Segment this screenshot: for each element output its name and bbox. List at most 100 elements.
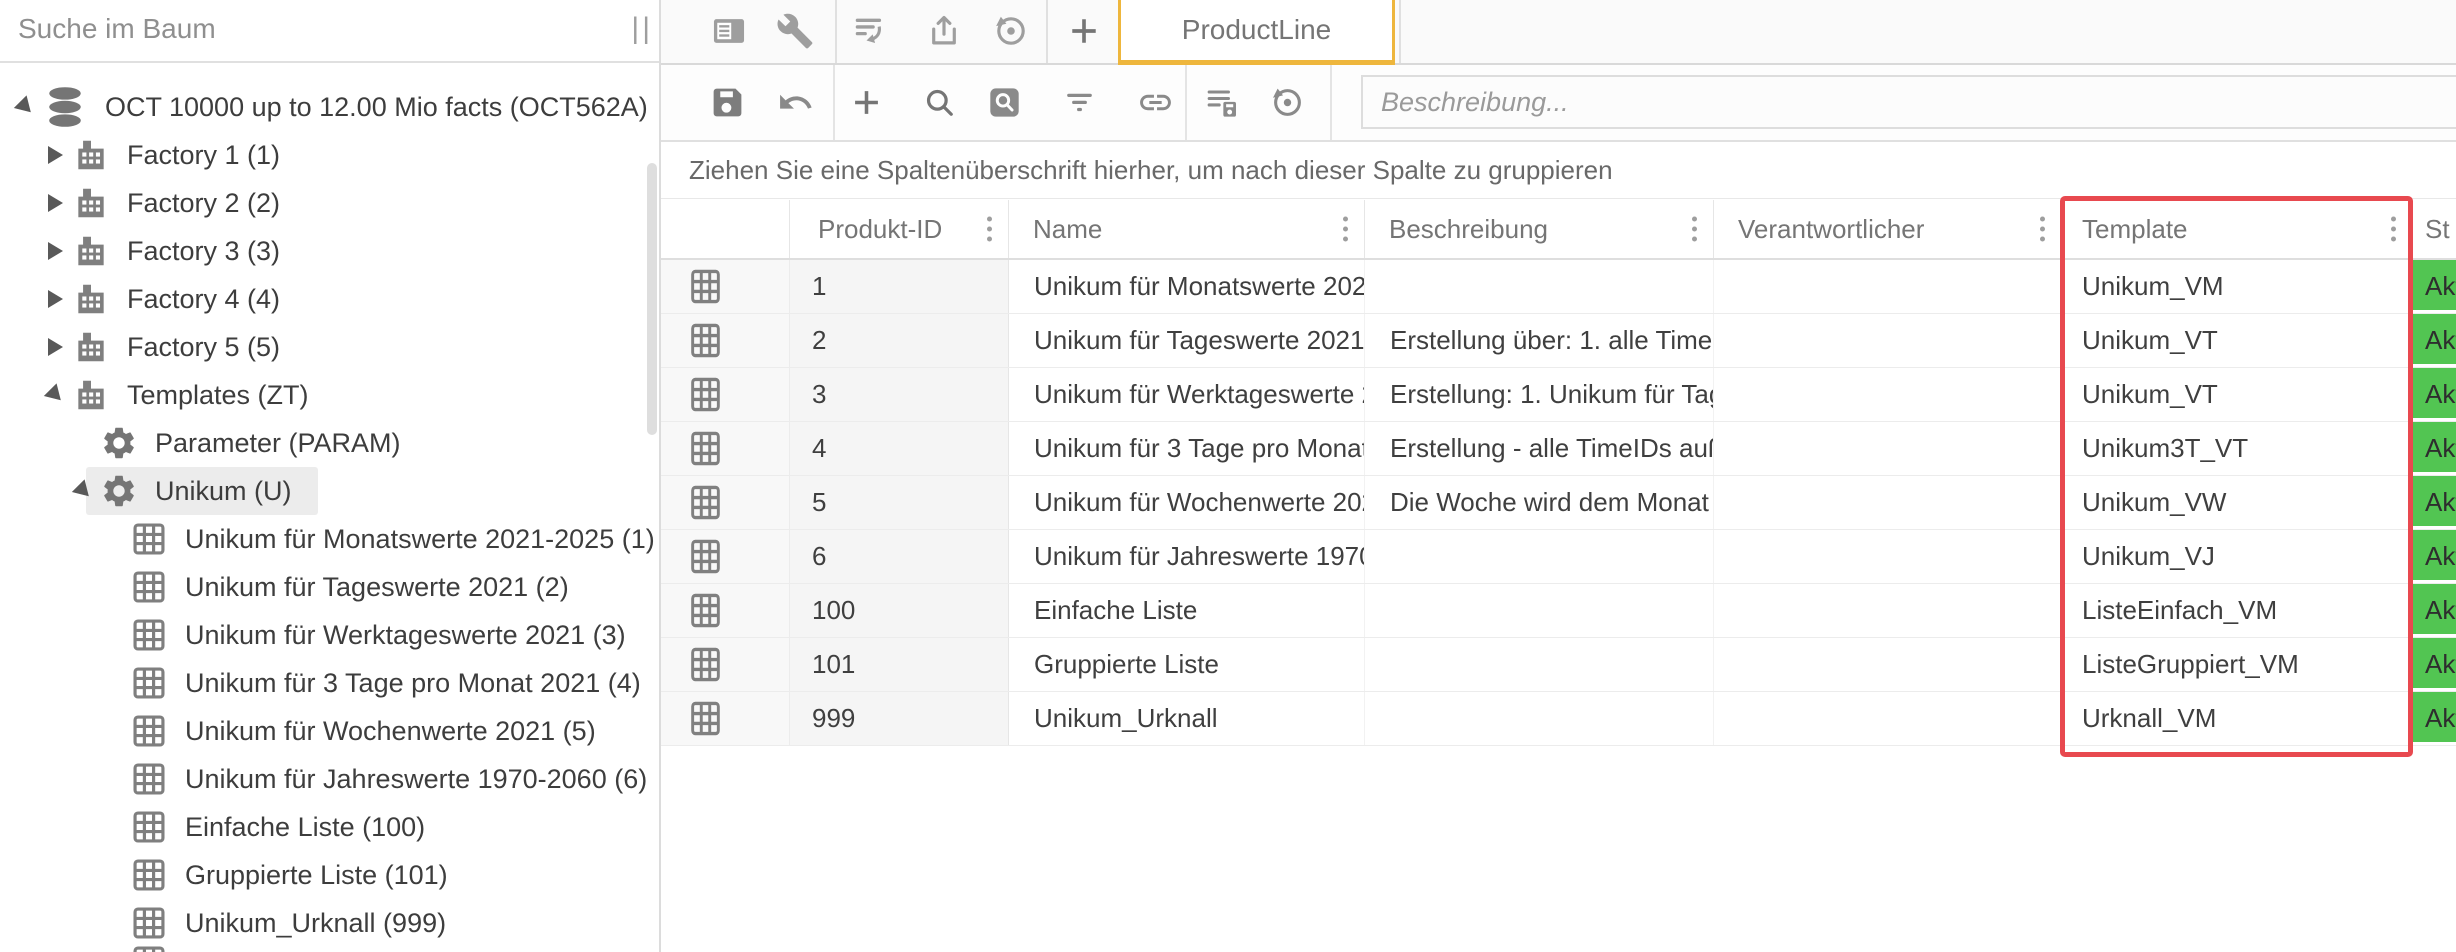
panel-splitter-handle[interactable]: || <box>631 12 653 46</box>
tree-item-content[interactable]: Unikum für Werktageswerte 2021 (3) <box>116 611 652 659</box>
cell-status[interactable]: Akt <box>2413 638 2456 691</box>
Unikum_Urknall[interactable]: 999 Unikum_Urknall Urknall_VM Akt <box>661 692 2456 746</box>
tree-item-content[interactable]: Unikum für Jahreswerte 1970-2060 (6) <box>116 755 659 803</box>
tree-item[interactable]: Parameter (PARAM) <box>0 419 659 467</box>
cell-produkt-id[interactable]: 101 <box>790 638 1009 691</box>
reassign-lines-icon[interactable] <box>851 12 889 50</box>
Unikum für Tageswerte 2021[interactable]: 2 Unikum für Tageswerte 2021 Erstellung … <box>661 314 2456 368</box>
cell-name[interactable]: Unikum für Jahreswerte 1970-2… <box>1009 530 1365 583</box>
cell-template[interactable]: Unikum_VM <box>2062 260 2413 313</box>
add-icon[interactable] <box>848 84 885 121</box>
tree-item-content[interactable]: Unikum für Wochenwerte 2021 (5) <box>116 707 622 755</box>
cell-status[interactable]: Akt <box>2413 584 2456 637</box>
add-tab-icon[interactable] <box>1065 12 1103 50</box>
tree-item-content[interactable]: Unikum (U) <box>86 467 318 515</box>
Gruppierte Liste[interactable]: 101 Gruppierte Liste ListeGruppiert_VM A… <box>661 638 2456 692</box>
search-panel-icon[interactable] <box>986 84 1023 121</box>
wrench-icon[interactable] <box>776 12 814 50</box>
search-icon[interactable] <box>921 84 958 121</box>
cell-beschreibung[interactable] <box>1365 530 1714 583</box>
cell-produkt-id[interactable]: 999 <box>790 692 1009 745</box>
cell-name[interactable]: Unikum für Tageswerte 2021 <box>1009 314 1365 367</box>
cell-name[interactable]: Einfache Liste <box>1009 584 1365 637</box>
Unikum für Monatswerte 2021-2…[interactable]: 1 Unikum für Monatswerte 2021-2… Unikum_… <box>661 260 2456 314</box>
column-chooser-icon[interactable] <box>1203 84 1240 121</box>
cell-name[interactable]: Unikum für Werktageswerte 2021 <box>1009 368 1365 421</box>
tree-scrollbar-thumb[interactable] <box>647 163 657 435</box>
cell-status[interactable]: Akt <box>2413 314 2456 367</box>
tree-item[interactable]: Factory 3 (3) <box>0 227 659 275</box>
cell-status[interactable]: Akt <box>2413 422 2456 475</box>
cell-status[interactable]: Akt <box>2413 530 2456 583</box>
column-menu-icon[interactable] <box>1692 217 1697 242</box>
cell-verantwortlicher[interactable] <box>1714 530 2062 583</box>
cell-beschreibung[interactable] <box>1365 584 1714 637</box>
link-icon[interactable] <box>1137 84 1174 121</box>
cell-verantwortlicher[interactable] <box>1714 314 2062 367</box>
tree-item[interactable]: Unikum für Wochenwerte 2021 (5) <box>0 707 659 755</box>
column-header[interactable]: Produkt-ID <box>790 200 1009 258</box>
cell-template[interactable]: Unikum_VT <box>2062 314 2413 367</box>
cell-template[interactable]: Unikum_VW <box>2062 476 2413 529</box>
column-menu-icon[interactable] <box>2040 217 2045 242</box>
tab-productline[interactable]: ProductLine <box>1118 0 1395 65</box>
cell-template[interactable]: ListeGruppiert_VM <box>2062 638 2413 691</box>
tree-item-content[interactable]: Gruppierte Liste (101) <box>116 851 474 899</box>
tree-item[interactable]: Factory 5 (5) <box>0 323 659 371</box>
cell-name[interactable]: Unikum für 3 Tage pro Monat 20… <box>1009 422 1365 475</box>
cell-verantwortlicher[interactable] <box>1714 422 2062 475</box>
cell-status[interactable]: Akt <box>2413 692 2456 745</box>
cell-beschreibung[interactable] <box>1365 638 1714 691</box>
cell-verantwortlicher[interactable] <box>1714 584 2062 637</box>
tree-item[interactable]: Unikum für Tageswerte 2021 (2) <box>0 563 659 611</box>
cell-verantwortlicher[interactable] <box>1714 638 2062 691</box>
tree-item[interactable]: Unikum (U) <box>0 467 659 515</box>
tree-item[interactable]: Unikum für Jahreswerte 1970-2060 (6) <box>0 755 659 803</box>
tree-item[interactable]: Unikum_Urknall (999) <box>0 899 659 947</box>
save-icon[interactable] <box>709 84 746 121</box>
cell-produkt-id[interactable]: 5 <box>790 476 1009 529</box>
tree-item-content[interactable]: Templates (ZT) <box>58 371 335 419</box>
cell-template[interactable]: ListeEinfach_VM <box>2062 584 2413 637</box>
cell-template[interactable]: Urknall_VM <box>2062 692 2413 745</box>
group-by-bar[interactable]: Ziehen Sie eine Spaltenüberschrift hierh… <box>661 142 2456 199</box>
tree-item-content[interactable]: Parameter (PARAM) <box>86 419 427 467</box>
column-menu-icon[interactable] <box>1343 217 1348 242</box>
cell-template[interactable]: Unikum_VT <box>2062 368 2413 421</box>
tree-item-content[interactable]: Einfache Liste (100) <box>116 803 451 851</box>
column-header[interactable]: St <box>2413 200 2456 258</box>
tree-item-content[interactable]: Factory 5 (5) <box>58 323 306 371</box>
tree-item[interactable]: Einfache Liste (100) <box>0 803 659 851</box>
filter-icon[interactable] <box>1061 84 1098 121</box>
tree-item[interactable]: Templates (ZT) <box>0 371 659 419</box>
cell-verantwortlicher[interactable] <box>1714 692 2062 745</box>
description-input[interactable] <box>1361 75 2456 129</box>
cell-verantwortlicher[interactable] <box>1714 368 2062 421</box>
cell-beschreibung[interactable]: Erstellung: 1. Unikum für Tages… <box>1365 368 1714 421</box>
column-menu-icon[interactable] <box>2391 217 2396 242</box>
share-icon[interactable] <box>925 12 963 50</box>
tree-item-content[interactable]: Factory 2 (2) <box>58 179 306 227</box>
tree-item-content[interactable]: Unikum_Urknall (999) <box>116 899 472 947</box>
tree-item[interactable] <box>0 947 659 952</box>
column-header[interactable] <box>661 200 790 258</box>
column-header[interactable]: Beschreibung <box>1365 200 1714 258</box>
cell-name[interactable]: Gruppierte Liste <box>1009 638 1365 691</box>
column-header[interactable]: Template <box>2062 200 2413 258</box>
Einfache Liste[interactable]: 100 Einfache Liste ListeEinfach_VM Akt <box>661 584 2456 638</box>
tree-item[interactable]: OCT 10000 up to 12.00 Mio facts (OCT562A… <box>0 83 659 131</box>
undo-icon[interactable] <box>777 84 814 121</box>
cell-status[interactable]: Akt <box>2413 368 2456 421</box>
cell-template[interactable]: Unikum_VJ <box>2062 530 2413 583</box>
Unikum für 3 Tage pro Monat 20…[interactable]: 4 Unikum für 3 Tage pro Monat 20… Erstel… <box>661 422 2456 476</box>
cell-beschreibung[interactable]: Erstellung über: 1. alle TimeIDs … <box>1365 314 1714 367</box>
tree-item-content[interactable]: Unikum für Tageswerte 2021 (2) <box>116 563 595 611</box>
cell-beschreibung[interactable] <box>1365 260 1714 313</box>
tree-item[interactable]: Unikum für Monatswerte 2021-2025 (1) <box>0 515 659 563</box>
tree-item-content[interactable]: Factory 1 (1) <box>58 131 306 179</box>
tree-item-content[interactable]: Factory 4 (4) <box>58 275 306 323</box>
cell-verantwortlicher[interactable] <box>1714 476 2062 529</box>
cell-produkt-id[interactable]: 6 <box>790 530 1009 583</box>
cell-produkt-id[interactable]: 4 <box>790 422 1009 475</box>
tree-item[interactable]: Factory 1 (1) <box>0 131 659 179</box>
